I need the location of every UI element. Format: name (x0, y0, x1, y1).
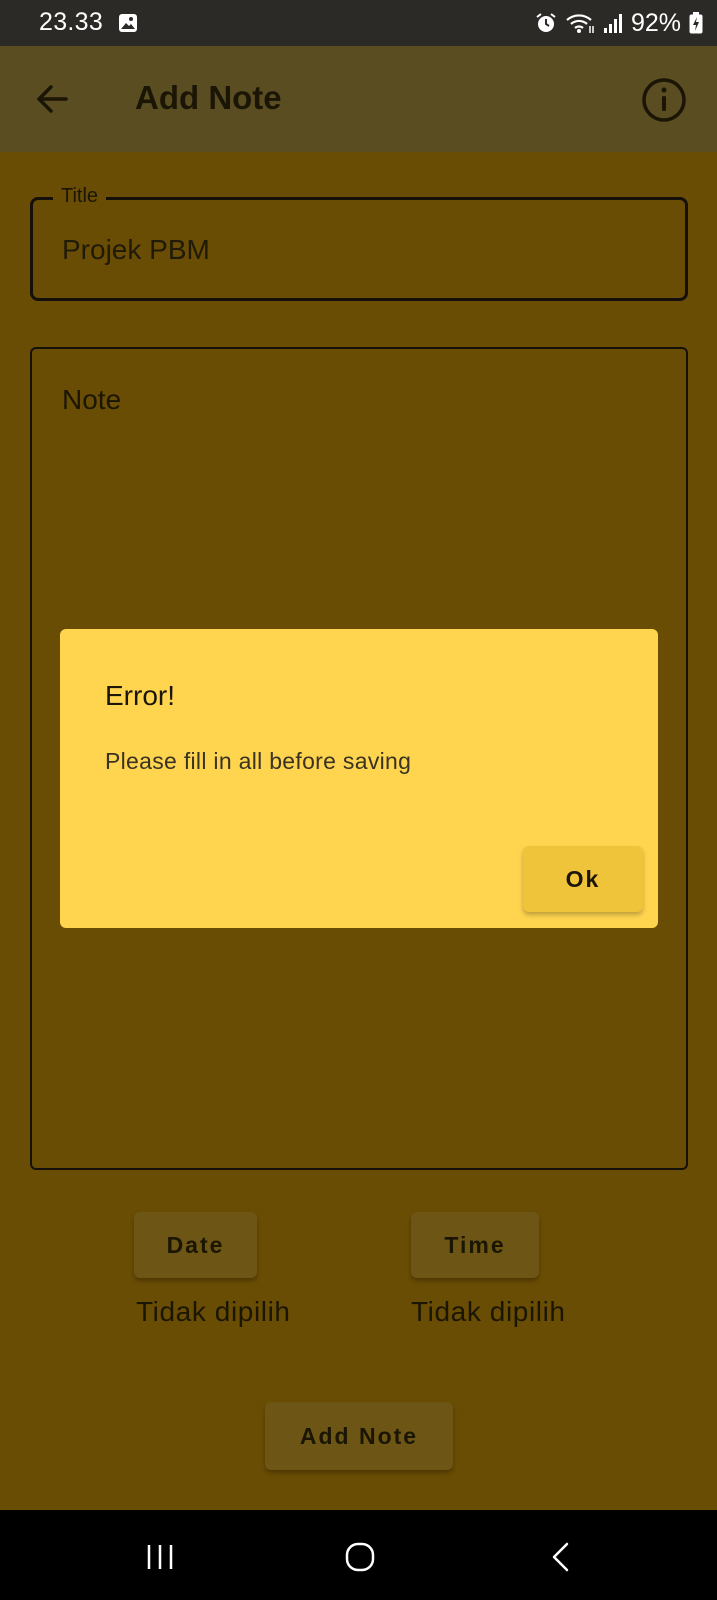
title-field-label: Title (53, 185, 107, 208)
note-field-placeholder: Note (62, 384, 122, 415)
nav-back-icon[interactable] (545, 1540, 579, 1574)
battery-percent: 92% (630, 8, 681, 37)
status-time: 23.33 (39, 8, 104, 36)
ok-button[interactable]: Ok (523, 846, 643, 912)
time-status: Tidak dipilih (411, 1296, 566, 1327)
info-icon[interactable] (641, 77, 687, 123)
battery-charging-icon (689, 12, 703, 34)
date-button[interactable]: Date (134, 1212, 257, 1278)
image-notification-icon (119, 14, 137, 32)
app-bar: Add Note (0, 46, 717, 152)
error-dialog: Error! Please fill in all before saving … (60, 629, 658, 928)
home-icon[interactable] (343, 1540, 377, 1574)
wifi-icon (566, 14, 594, 33)
dialog-message: Please fill in all before saving (105, 748, 412, 774)
dialog-title: Error! (105, 680, 175, 711)
status-icons: 92% (535, 8, 703, 38)
recents-icon[interactable] (144, 1540, 178, 1574)
add-note-button[interactable]: Add Note (265, 1402, 453, 1470)
signal-icon (603, 14, 622, 33)
date-status: Tidak dipilih (136, 1296, 291, 1327)
navigation-bar (0, 1510, 717, 1600)
status-bar: 23.33 92% (0, 0, 717, 46)
title-field[interactable]: Title Projek PBM (30, 185, 688, 301)
title-field-value: Projek PBM (62, 234, 210, 265)
back-arrow-icon[interactable] (34, 80, 72, 118)
page-title: Add Note (135, 79, 282, 116)
time-button[interactable]: Time (411, 1212, 539, 1278)
alarm-icon (536, 13, 556, 32)
